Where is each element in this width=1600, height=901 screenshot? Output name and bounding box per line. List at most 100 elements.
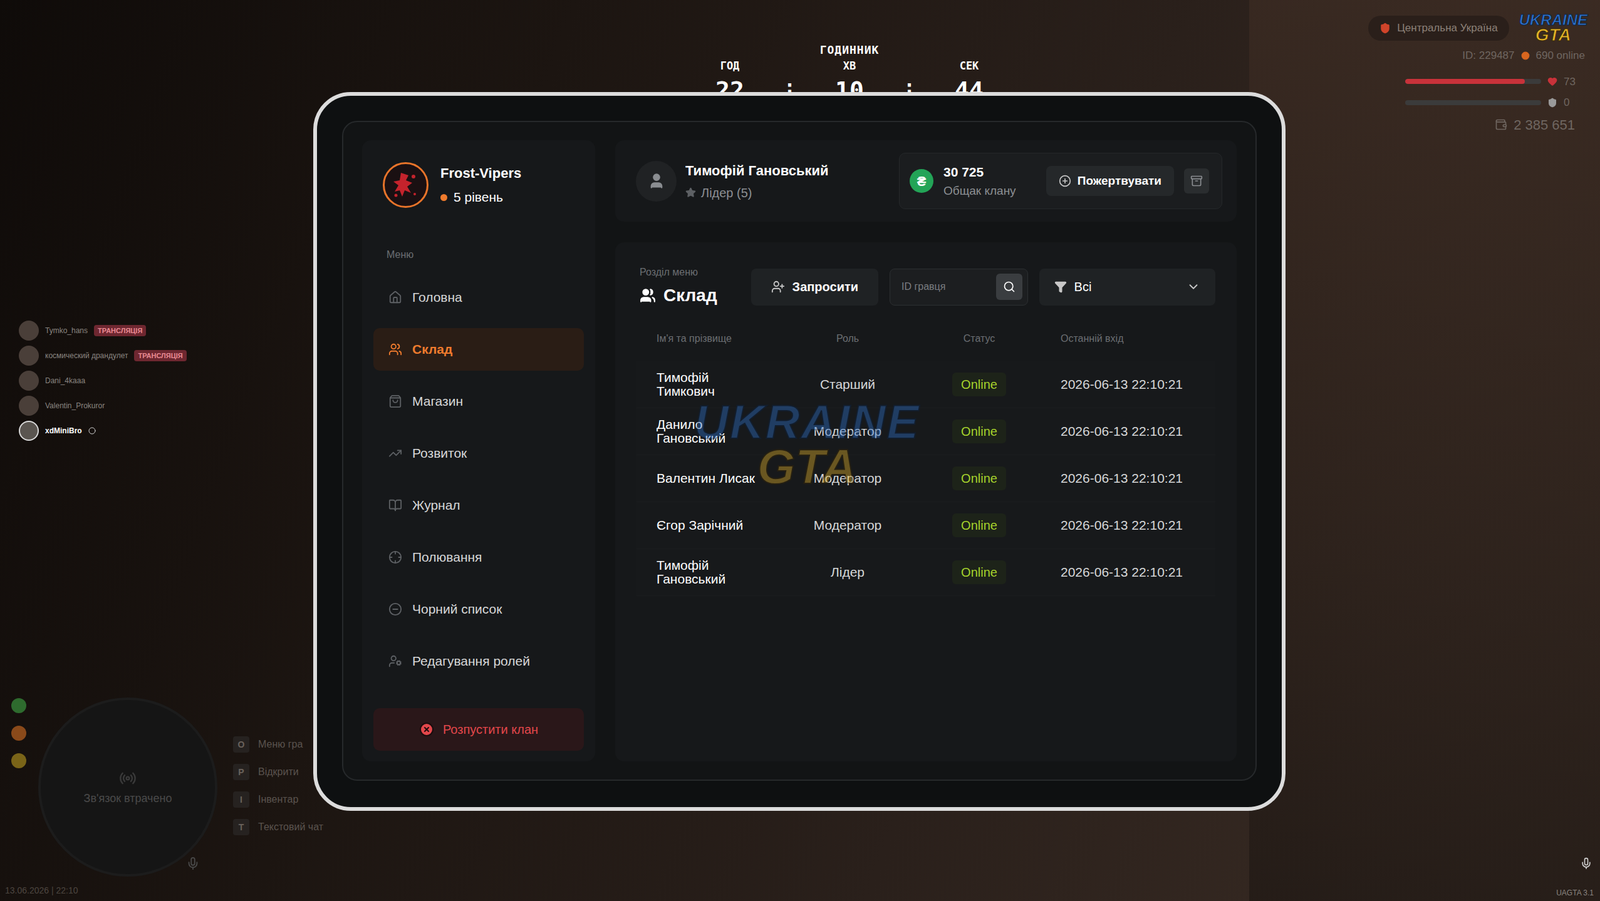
key-hint: TТекстовий чат	[233, 819, 324, 836]
journal-icon	[388, 498, 403, 513]
scene-wall	[1249, 0, 1600, 901]
tablet: Frost-Vipers5 рівеньМенюГоловнаСкладМага…	[313, 92, 1286, 812]
player-avatar-icon	[18, 345, 39, 366]
watermark-logo: UKRAINEGTA	[694, 398, 920, 492]
star-icon	[685, 187, 697, 198]
status-badge: Online	[952, 513, 1007, 538]
shop-icon	[388, 394, 403, 409]
tablet-screen: Frost-Vipers5 рівеньМенюГоловнаСкладМага…	[342, 120, 1257, 782]
member-name: Тимофій Гановський	[656, 558, 769, 587]
invite-button[interactable]: Запросити	[751, 268, 879, 306]
menu-item[interactable]: Полювання	[373, 536, 584, 579]
column-header: Роль	[788, 331, 908, 347]
armor-icon	[1547, 97, 1558, 108]
roles-icon	[388, 654, 403, 669]
status-badge: Online	[952, 372, 1007, 397]
treasury-amount: 30 725	[943, 162, 1017, 183]
table-row[interactable]: Тимофій ТимковичСтаршийOnline2026-06-13 …	[636, 361, 1216, 409]
table-body: Тимофій ТимковичСтаршийOnline2026-06-13 …	[636, 361, 1216, 597]
members-table: Ім'я та прізвищеРольСтатусОстанній вхід Т…	[636, 325, 1216, 597]
level-dot-icon	[440, 194, 448, 202]
key-cap: P	[233, 764, 250, 781]
version: UAGTA 3.1	[1556, 887, 1594, 899]
treasury: ₴ 30 725Общак клану Пожертвувати	[898, 152, 1223, 210]
stream-tag: ТРАНСЛЯЦІЯ	[134, 350, 187, 363]
key-hint: IІнвентар	[233, 791, 324, 809]
clan-level: 5 рівень	[440, 187, 522, 208]
table-row[interactable]: Єгор ЗарічнийМодераторOnline2026-06-13 2…	[636, 502, 1216, 550]
menu-item[interactable]: Журнал	[373, 484, 584, 527]
column-header: Ім'я та прізвище	[656, 331, 789, 347]
member-role: Модератор	[788, 515, 908, 536]
status-bar: 0	[1405, 94, 1585, 111]
voice-list: Tymko_hansТРАНСЛЯЦІЯ космический драндуле…	[18, 320, 187, 442]
voice-mic-icon	[1579, 857, 1593, 871]
player-avatar-icon	[18, 370, 39, 391]
filter-select[interactable]: Всі	[1039, 268, 1216, 306]
currency-icon: ₴	[909, 169, 934, 193]
archive-button[interactable]	[1184, 168, 1210, 194]
key-hint: PВідкрити	[233, 764, 324, 781]
table-row[interactable]: Данило ГановськийМодераторOnline2026-06-…	[636, 408, 1216, 456]
main-area: Тимофій ГановськийЛідер (5)₴30 725Общак …	[615, 140, 1237, 762]
player-avatar-icon	[18, 320, 39, 341]
home-icon	[388, 290, 403, 305]
voice-player: Valentin_Prokuror	[18, 395, 187, 416]
table-row[interactable]: Валентин ЛисакМодераторOnline2026-06-13 …	[636, 455, 1216, 503]
table-row[interactable]: Тимофій ГановськийЛідерOnline2026-06-13 …	[636, 549, 1216, 597]
member-role: Модератор	[788, 468, 908, 489]
blacklist-icon	[388, 602, 403, 617]
members-icon	[388, 342, 403, 357]
member-name: Данило Гановський	[656, 417, 769, 446]
donate-button[interactable]: Пожертвувати	[1046, 166, 1175, 197]
key-cap: O	[233, 736, 250, 754]
money: 2 385 651	[1494, 114, 1588, 136]
user-icon	[647, 172, 666, 190]
watermark: UKRAINEGTA	[694, 398, 920, 492]
signal-icon	[119, 769, 137, 788]
growth-icon	[388, 446, 403, 461]
plus-circle-icon	[1058, 174, 1072, 188]
status-bar: 73	[1405, 73, 1585, 91]
health-icon	[1547, 76, 1558, 87]
status-green-icon	[11, 698, 27, 714]
voice-player: космический драндулетТРАНСЛЯЦІЯ	[18, 345, 187, 366]
member-role: Лідер	[788, 562, 908, 583]
member-name: Єгор Зарічний	[656, 518, 769, 533]
menu-item[interactable]: Головна	[373, 276, 584, 319]
last-login: 2026-06-13 22:10:21	[1051, 374, 1216, 395]
menu-item[interactable]: Редагування ролей	[373, 640, 584, 683]
game-screen: ГОДИННИКГОД22:ХВ10:СЕК44Центральна Украї…	[0, 0, 1600, 901]
mic-indicator-icon	[88, 427, 96, 435]
player-info: ID: 229487690 online	[1462, 47, 1588, 64]
clan-menu: Головна Склад Магазин Розвиток Журнал Полюван…	[373, 276, 584, 683]
menu-item[interactable]: Магазин	[373, 380, 584, 423]
members-panel: Розділ менюСклад Запросити ID гравця Всі Ім'…	[615, 242, 1237, 762]
key-hints: OМеню гра PВідкрити IІнвентар TТекстовий ча…	[233, 736, 324, 836]
voice-player: Tymko_hansТРАНСЛЯЦІЯ	[18, 320, 187, 341]
search-field[interactable]: ID гравця	[889, 268, 1029, 306]
chevron-down-icon	[1186, 280, 1201, 294]
section-title: Розділ менюСклад	[639, 264, 740, 309]
members-icon	[639, 287, 656, 304]
stream-tag: ТРАНСЛЯЦІЯ	[93, 325, 146, 338]
game-logo: UKRAINEGTA	[1519, 12, 1588, 44]
disband-button[interactable]: Розпустити клан	[373, 708, 584, 752]
column-header: Останній вхід	[1051, 331, 1216, 347]
member-name: Валентин Лисак	[656, 471, 769, 486]
menu-item[interactable]: Склад	[373, 328, 584, 371]
user-header: Тимофій ГановськийЛідер (5)₴30 725Общак …	[615, 140, 1237, 222]
archive-icon	[1190, 174, 1203, 188]
close-circle-icon	[419, 722, 435, 738]
menu-item[interactable]: Чорний список	[373, 588, 584, 631]
search-icon	[1002, 280, 1016, 294]
treasury-label: Общак клану	[943, 182, 1017, 201]
mic-icon	[186, 857, 200, 871]
clock-title: ГОДИННИК	[820, 41, 880, 59]
search-button[interactable]	[996, 273, 1023, 301]
hud-top-right: Центральна УкраїнаUKRAINEGTAID: 22948769…	[1368, 12, 1588, 136]
menu-item[interactable]: Розвиток	[373, 432, 584, 475]
menu-label: Меню	[373, 247, 584, 263]
column-header: Статус	[907, 331, 1052, 347]
key-hint: OМеню гра	[233, 736, 324, 754]
